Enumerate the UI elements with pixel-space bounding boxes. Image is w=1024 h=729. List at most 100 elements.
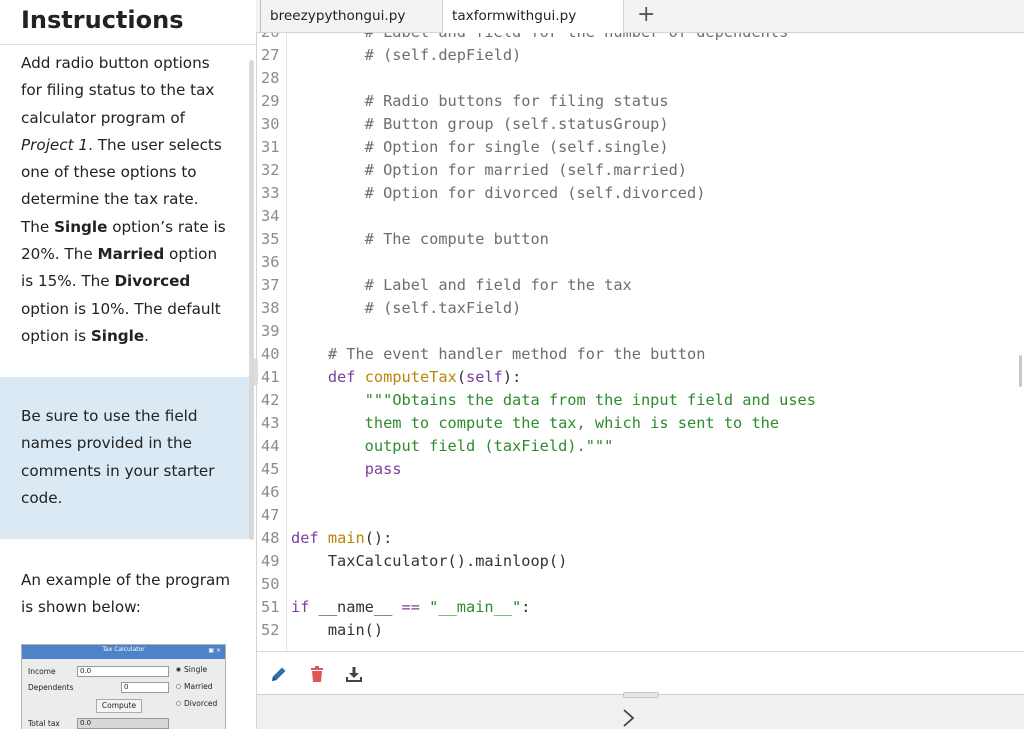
- code-line: 37 # Label and field for the tax: [257, 274, 1024, 297]
- code-token: ():: [364, 529, 393, 547]
- code-token: :: [521, 598, 531, 616]
- code-token: __name__: [309, 598, 402, 616]
- code-text: def main():: [291, 527, 392, 550]
- tip-text: Be sure to use the field names provided …: [21, 407, 215, 507]
- code-text: # Button group (self.statusGroup): [291, 113, 669, 136]
- example-radio-label: Single: [184, 665, 208, 674]
- line-number: 29: [261, 92, 280, 110]
- example-compute-button: Compute: [96, 699, 142, 713]
- emphasis-text: Single: [54, 217, 108, 236]
- emphasis-text: Divorced: [114, 272, 191, 291]
- line-number: 50: [261, 575, 280, 593]
- line-number: 42: [261, 391, 280, 409]
- code-token: # Label and field for the tax: [291, 276, 632, 294]
- file-tab-bar: breezypythongui.py taxformwithgui.py +: [256, 0, 1024, 34]
- edit-button[interactable]: [269, 664, 289, 684]
- code-line: 49 TaxCalculator().mainloop(): [257, 550, 1024, 573]
- add-tab-button[interactable]: +: [637, 2, 655, 28]
- radio-dot-icon: [176, 684, 181, 689]
- code-line: 38 # (self.taxField): [257, 297, 1024, 320]
- code-line: 39: [257, 320, 1024, 343]
- code-token: # Option for divorced (self.divorced): [291, 184, 706, 202]
- tab-taxformwithgui[interactable]: taxformwithgui.py: [442, 0, 624, 34]
- delete-button[interactable]: [307, 664, 327, 684]
- code-editor[interactable]: 26 # Label and field for the number of d…: [256, 33, 1024, 651]
- line-number: 43: [261, 414, 280, 432]
- code-text: pass: [291, 458, 402, 481]
- example-caption: An example of the program is shown below…: [21, 571, 231, 617]
- download-button[interactable]: [344, 664, 364, 684]
- code-token: main: [327, 529, 365, 547]
- code-text: them to compute the tax, which is sent t…: [291, 412, 779, 435]
- line-number: 26: [261, 33, 285, 44]
- trash-icon: [311, 666, 323, 682]
- code-line: 33 # Option for divorced (self.divorced): [257, 182, 1024, 205]
- console-resize-grip[interactable]: [623, 692, 659, 698]
- code-text: # Radio buttons for filing status: [291, 90, 669, 113]
- example-radio-single: Single: [176, 665, 207, 674]
- code-token: ==: [401, 598, 420, 616]
- code-token: ):: [502, 368, 522, 386]
- line-number: 40: [261, 345, 280, 363]
- code-token: pass: [364, 460, 402, 478]
- line-number: 36: [261, 253, 280, 271]
- code-line: 28: [257, 67, 1024, 90]
- code-token: self: [466, 368, 503, 386]
- code-text: # Option for married (self.married): [291, 159, 687, 182]
- example-dependents-field: 0: [121, 682, 169, 693]
- example-radio-married: Married: [176, 682, 213, 691]
- instructions-title: Instructions: [21, 6, 184, 34]
- line-number: 28: [261, 69, 280, 87]
- code-text: # Option for divorced (self.divorced): [291, 182, 706, 205]
- editor-scrollbar[interactable]: [1019, 355, 1022, 387]
- emphasis-text: Single: [90, 326, 145, 345]
- code-line: 48 def main():: [257, 527, 1024, 550]
- code-token: computeTax: [364, 368, 457, 386]
- instructions-text: .: [144, 326, 149, 345]
- code-text: # The compute button: [291, 228, 549, 251]
- chevron-right-icon[interactable]: [621, 708, 637, 728]
- code-line: 31 # Option for single (self.single): [257, 136, 1024, 159]
- code-line: 35 # The compute button: [257, 228, 1024, 251]
- code-token: them to compute the tax, which is sent t…: [291, 414, 780, 432]
- code-token: TaxCalculator().mainloop(): [291, 552, 568, 570]
- code-token: # Option for married (self.married): [291, 161, 688, 179]
- line-number: 35: [261, 230, 280, 248]
- code-text: # Label and field for the tax: [291, 274, 632, 297]
- code-text: # Label and field for the number of depe…: [291, 33, 789, 44]
- example-radio-divorced: Divorced: [176, 699, 217, 708]
- code-token: # The compute button: [291, 230, 549, 248]
- panel-resize-handle[interactable]: [254, 358, 258, 386]
- line-number: 37: [261, 276, 280, 294]
- line-number: 44: [261, 437, 280, 455]
- code-line: 41 def computeTax(self):: [257, 366, 1024, 389]
- code-line: 47: [257, 504, 1024, 527]
- instructions-scrollbar[interactable]: [249, 60, 254, 540]
- instructions-paragraph: Add radio button options for filing stat…: [21, 50, 231, 350]
- line-number: 48: [261, 529, 280, 547]
- code-text: # Option for single (self.single): [291, 136, 669, 159]
- editor-toolbar: [256, 651, 1024, 694]
- code-line: 27 # (self.depField): [257, 44, 1024, 67]
- code-token: output field (taxField).""": [291, 437, 614, 455]
- console-panel[interactable]: [256, 692, 1024, 729]
- instructions-panel: Instructions Add radio button options fo…: [0, 0, 256, 729]
- code-text: if __name__ == "__main__":: [291, 596, 531, 619]
- code-text: output field (taxField).""": [291, 435, 614, 458]
- line-number: 46: [261, 483, 280, 501]
- radio-dot-icon: [176, 701, 181, 706]
- line-number: 27: [261, 46, 280, 64]
- example-income-field: 0.0: [77, 666, 169, 677]
- code-text: # (self.depField): [291, 44, 522, 67]
- code-token: # (self.taxField): [291, 299, 522, 317]
- instructions-text: Add radio button options for filing stat…: [21, 54, 215, 127]
- line-number: 41: [261, 368, 280, 386]
- code-line: 44 output field (taxField).""": [257, 435, 1024, 458]
- tab-breezypythongui[interactable]: breezypythongui.py: [260, 0, 442, 33]
- code-token: # The event handler method for the butto…: [291, 345, 706, 363]
- example-title: Tax Calculator: [102, 646, 145, 653]
- example-radio-label: Divorced: [184, 699, 218, 708]
